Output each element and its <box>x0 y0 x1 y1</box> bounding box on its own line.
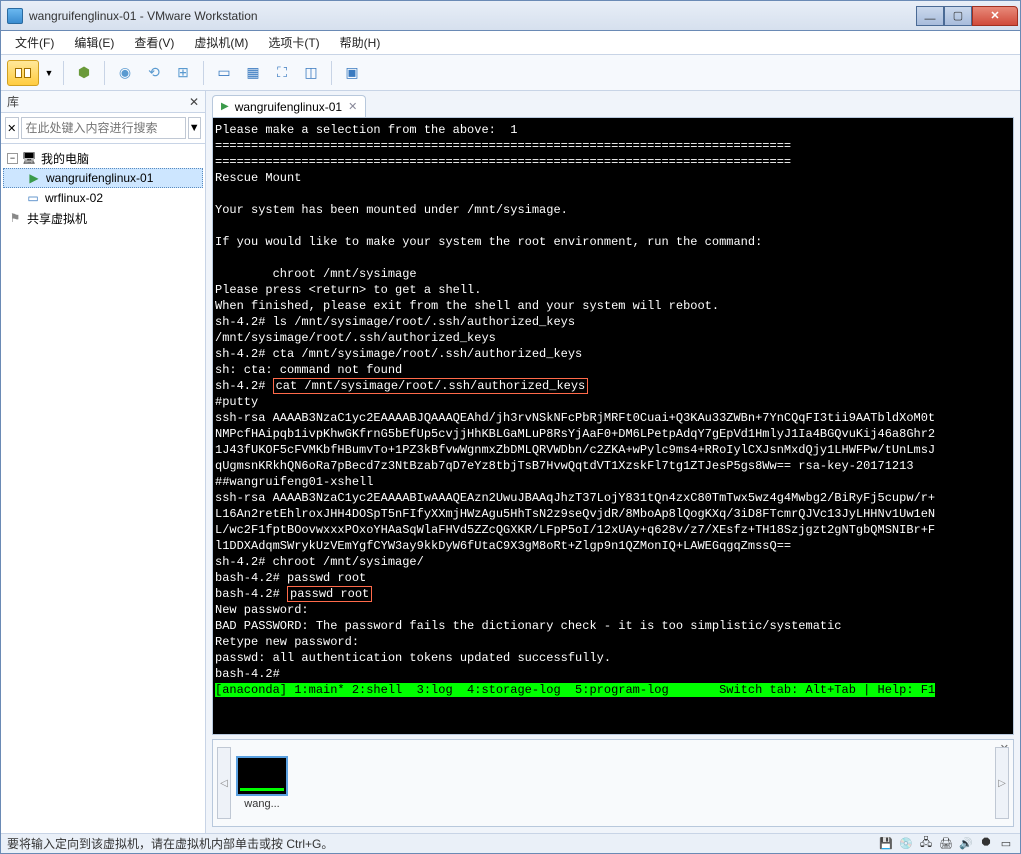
snapshot-manage-icon[interactable]: ⊞ <box>170 60 196 86</box>
minimize-button[interactable] <box>916 6 944 26</box>
search-clear-button[interactable]: ✕ <box>5 117 19 139</box>
tree-item-label: wangruifenglinux-01 <box>46 171 153 185</box>
search-dropdown-button[interactable]: ▼ <box>188 117 202 139</box>
menu-file[interactable]: 文件(F) <box>7 32 62 53</box>
window-title: wangruifenglinux-01 - VMware Workstation <box>29 9 916 23</box>
vm-running-icon: ▶ <box>221 101 229 112</box>
close-button[interactable] <box>972 6 1018 26</box>
menu-bar: 文件(F) 编辑(E) 查看(V) 虚拟机(M) 选项卡(T) 帮助(H) <box>1 31 1020 55</box>
app-frame: 文件(F) 编辑(E) 查看(V) 虚拟机(M) 选项卡(T) 帮助(H) ▼ … <box>0 30 1021 854</box>
cdrom-icon[interactable]: 💿 <box>898 837 914 851</box>
thumb-next-button[interactable]: ▷ <box>995 747 1009 819</box>
tab-close-icon[interactable]: ✕ <box>348 100 357 113</box>
window-controls <box>916 6 1018 26</box>
sidebar-close-icon[interactable]: ✕ <box>189 95 199 109</box>
menu-vm[interactable]: 虚拟机(M) <box>186 32 256 53</box>
vm-tab-label: wangruifenglinux-01 <box>235 100 342 114</box>
shared-icon: ⚑ <box>7 210 23 226</box>
thumb-prev-button[interactable]: ◁ <box>217 747 231 819</box>
tree-shared-vms[interactable]: ⚑ 共享虚拟机 <box>3 208 203 228</box>
vm-icon: ▶ <box>26 170 42 186</box>
view-thumbnails-icon[interactable]: ▦ <box>240 60 266 86</box>
disk-icon[interactable]: 💾 <box>878 837 894 851</box>
thumbnail-label: wang... <box>233 798 291 810</box>
vm-tab[interactable]: ▶ wangruifenglinux-01 ✕ <box>212 95 366 117</box>
tree-item-vm-1[interactable]: ▶ wangruifenglinux-01 <box>3 168 203 188</box>
menu-help[interactable]: 帮助(H) <box>332 32 389 53</box>
status-devices: 💾 💿 🖧 🖨 🔊 ⯃ ▭ <box>878 837 1014 851</box>
tree-root-label: 我的电脑 <box>41 150 89 167</box>
view-console-icon[interactable]: ▭ <box>211 60 237 86</box>
menu-tabs[interactable]: 选项卡(T) <box>260 32 327 53</box>
library-tree: − 🖥 我的电脑 ▶ wangruifenglinux-01 ▭ wrflinu… <box>1 143 205 833</box>
main-area: ▶ wangruifenglinux-01 ✕ Please make a se… <box>206 91 1020 833</box>
fullscreen-icon[interactable]: ⛶ <box>269 60 295 86</box>
menu-view[interactable]: 查看(V) <box>126 32 182 53</box>
unity-icon[interactable]: ◫ <box>298 60 324 86</box>
message-icon[interactable]: ▭ <box>998 837 1014 851</box>
tab-dropdown-button[interactable]: ▼ <box>42 60 56 86</box>
tree-root-my-computer[interactable]: − 🖥 我的电脑 <box>3 148 203 168</box>
collapse-icon[interactable]: − <box>7 153 18 164</box>
toolbar: ▼ ⬢ ◉ ⟲ ⊞ ▭ ▦ ⛶ ◫ ▣ <box>1 55 1020 91</box>
tree-item-vm-2[interactable]: ▭ wrflinux-02 <box>3 188 203 208</box>
sidebar-header: 库 ✕ <box>1 91 205 113</box>
sound-icon[interactable]: 🔊 <box>958 837 974 851</box>
search-input[interactable] <box>21 117 186 139</box>
vm-icon: ▭ <box>25 190 41 206</box>
status-text: 要将输入定向到该虚拟机，请在虚拟机内部单击或按 Ctrl+G。 <box>7 835 333 852</box>
cycle-icon[interactable]: ▣ <box>339 60 365 86</box>
snapshot-revert-icon[interactable]: ⟲ <box>141 60 167 86</box>
home-tab-button[interactable] <box>7 60 39 86</box>
network-icon[interactable]: 🖧 <box>918 837 934 851</box>
sidebar-title: 库 <box>7 93 19 110</box>
thumbnail-bar: ◁ ✕ wang... ▷ <box>212 739 1014 827</box>
window-titlebar: wangruifenglinux-01 - VMware Workstation <box>0 0 1021 30</box>
maximize-button[interactable] <box>944 6 972 26</box>
vm-thumbnail[interactable]: wang... <box>233 756 291 810</box>
sidebar-search-row: ✕ ▼ <box>1 113 205 143</box>
vm-tabbar: ▶ wangruifenglinux-01 ✕ <box>206 91 1020 117</box>
printer-icon[interactable]: 🖨 <box>938 837 954 851</box>
thumbnail-image <box>236 756 288 796</box>
content-area: 库 ✕ ✕ ▼ − 🖥 我的电脑 ▶ wangruifenglinux-01 <box>1 91 1020 833</box>
tree-item-label: wrflinux-02 <box>45 191 103 205</box>
menu-edit[interactable]: 编辑(E) <box>66 32 122 53</box>
snapshot-take-icon[interactable]: ◉ <box>112 60 138 86</box>
tree-shared-label: 共享虚拟机 <box>27 210 87 227</box>
vm-console[interactable]: Please make a selection from the above: … <box>212 117 1014 735</box>
library-sidebar: 库 ✕ ✕ ▼ − 🖥 我的电脑 ▶ wangruifenglinux-01 <box>1 91 206 833</box>
app-icon <box>7 8 23 24</box>
power-button[interactable]: ⬢ <box>71 60 97 86</box>
usb-icon[interactable]: ⯃ <box>978 837 994 851</box>
computer-icon: 🖥 <box>21 150 37 166</box>
status-bar: 要将输入定向到该虚拟机，请在虚拟机内部单击或按 Ctrl+G。 💾 💿 🖧 🖨 … <box>1 833 1020 853</box>
